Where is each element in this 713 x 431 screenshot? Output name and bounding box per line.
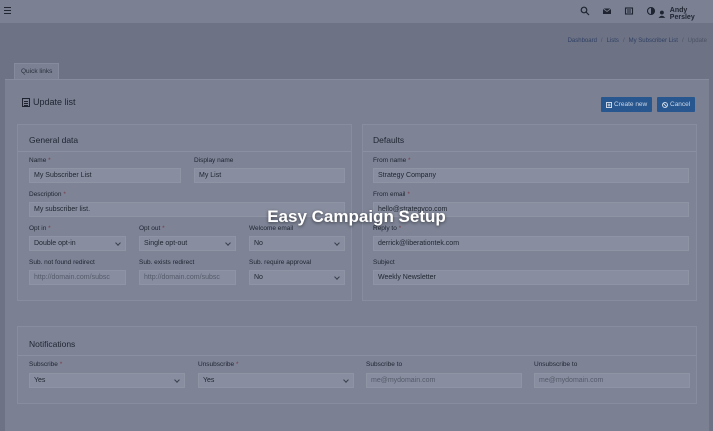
display-name-input[interactable]: My List bbox=[194, 168, 345, 183]
from-email-label: From email * bbox=[373, 191, 410, 198]
overlay-caption: Easy Campaign Setup bbox=[267, 207, 446, 226]
subject-label: Subject bbox=[373, 259, 395, 266]
reply-to-input[interactable]: derrick@liberationtek.com bbox=[373, 236, 689, 251]
from-name-input[interactable]: Strategy Company bbox=[373, 168, 689, 183]
menu-icon[interactable] bbox=[4, 7, 11, 14]
divider bbox=[363, 151, 696, 152]
divider bbox=[18, 355, 696, 356]
subscribe-to-label: Subscribe to bbox=[366, 361, 403, 368]
top-bar: Andy Persley bbox=[0, 0, 713, 23]
not-found-redirect-label: Sub. not found redirect bbox=[29, 259, 95, 266]
user-name: Andy Persley bbox=[669, 7, 695, 21]
breadcrumb-dashboard[interactable]: Dashboard bbox=[568, 38, 597, 44]
general-data-title: General data bbox=[29, 135, 79, 145]
plus-square-icon bbox=[606, 101, 612, 108]
page-title: Update list bbox=[22, 97, 76, 107]
unsubscribe-select[interactable]: Yes bbox=[198, 373, 354, 388]
breadcrumb-list[interactable]: My Subscriber List bbox=[629, 38, 678, 44]
exists-redirect-input[interactable]: http://domain.com/subsc bbox=[139, 270, 236, 285]
notifications-title: Notifications bbox=[29, 339, 76, 349]
page-title-text: Update list bbox=[33, 97, 76, 107]
notifications-card bbox=[17, 326, 697, 404]
breadcrumb-separator: / bbox=[600, 38, 603, 44]
user-menu[interactable]: Andy Persley bbox=[658, 7, 713, 21]
breadcrumb-separator: / bbox=[622, 38, 625, 44]
subscribe-to-input[interactable]: me@mydomain.com bbox=[366, 373, 522, 388]
cancel-icon bbox=[662, 101, 668, 108]
opt-out-select[interactable]: Single opt-out bbox=[139, 236, 236, 251]
breadcrumb-current: Update bbox=[687, 38, 707, 44]
mail-icon[interactable] bbox=[602, 6, 612, 16]
list-icon bbox=[22, 97, 30, 107]
require-approval-label: Sub. require approval bbox=[249, 259, 312, 266]
opt-in-select[interactable]: Double opt-in bbox=[29, 236, 126, 251]
unsubscribe-label: Unsubscribe * bbox=[198, 361, 239, 368]
divider bbox=[18, 151, 351, 152]
defaults-title: Defaults bbox=[373, 135, 405, 145]
display-name-label: Display name bbox=[194, 157, 234, 164]
not-found-redirect-input[interactable]: http://domain.com/subsc bbox=[29, 270, 126, 285]
exists-redirect-label: Sub. exists redirect bbox=[139, 259, 195, 266]
breadcrumb-separator: / bbox=[681, 38, 684, 44]
contrast-icon[interactable] bbox=[646, 6, 656, 16]
quick-links-tab[interactable]: Quick links bbox=[14, 63, 60, 79]
welcome-email-select[interactable]: No bbox=[249, 236, 345, 251]
cancel-button[interactable]: Cancel bbox=[657, 97, 696, 112]
notes-icon[interactable] bbox=[624, 6, 634, 16]
require-approval-select[interactable]: No bbox=[249, 270, 345, 285]
name-label: Name * bbox=[29, 157, 51, 164]
top-bar-actions bbox=[580, 6, 656, 16]
create-new-button[interactable]: Create new bbox=[601, 97, 653, 112]
subject-input[interactable]: Weekly Newsletter bbox=[373, 270, 689, 285]
create-new-label: Create new bbox=[614, 101, 648, 108]
breadcrumb: Dashboard / Lists / My Subscriber List /… bbox=[568, 38, 707, 44]
unsubscribe-to-input[interactable]: me@mydomain.com bbox=[534, 373, 690, 388]
search-icon[interactable] bbox=[580, 6, 590, 16]
subscribe-select[interactable]: Yes bbox=[29, 373, 185, 388]
description-label: Description * bbox=[29, 191, 66, 198]
subscribe-label: Subscribe * bbox=[29, 361, 63, 368]
name-input[interactable]: My Subscriber List bbox=[29, 168, 181, 183]
breadcrumb-lists[interactable]: Lists bbox=[607, 38, 619, 44]
unsubscribe-to-label: Unsubscribe to bbox=[534, 361, 578, 368]
user-icon bbox=[658, 10, 666, 18]
cancel-label: Cancel bbox=[670, 101, 691, 108]
from-name-label: From name * bbox=[373, 157, 411, 164]
